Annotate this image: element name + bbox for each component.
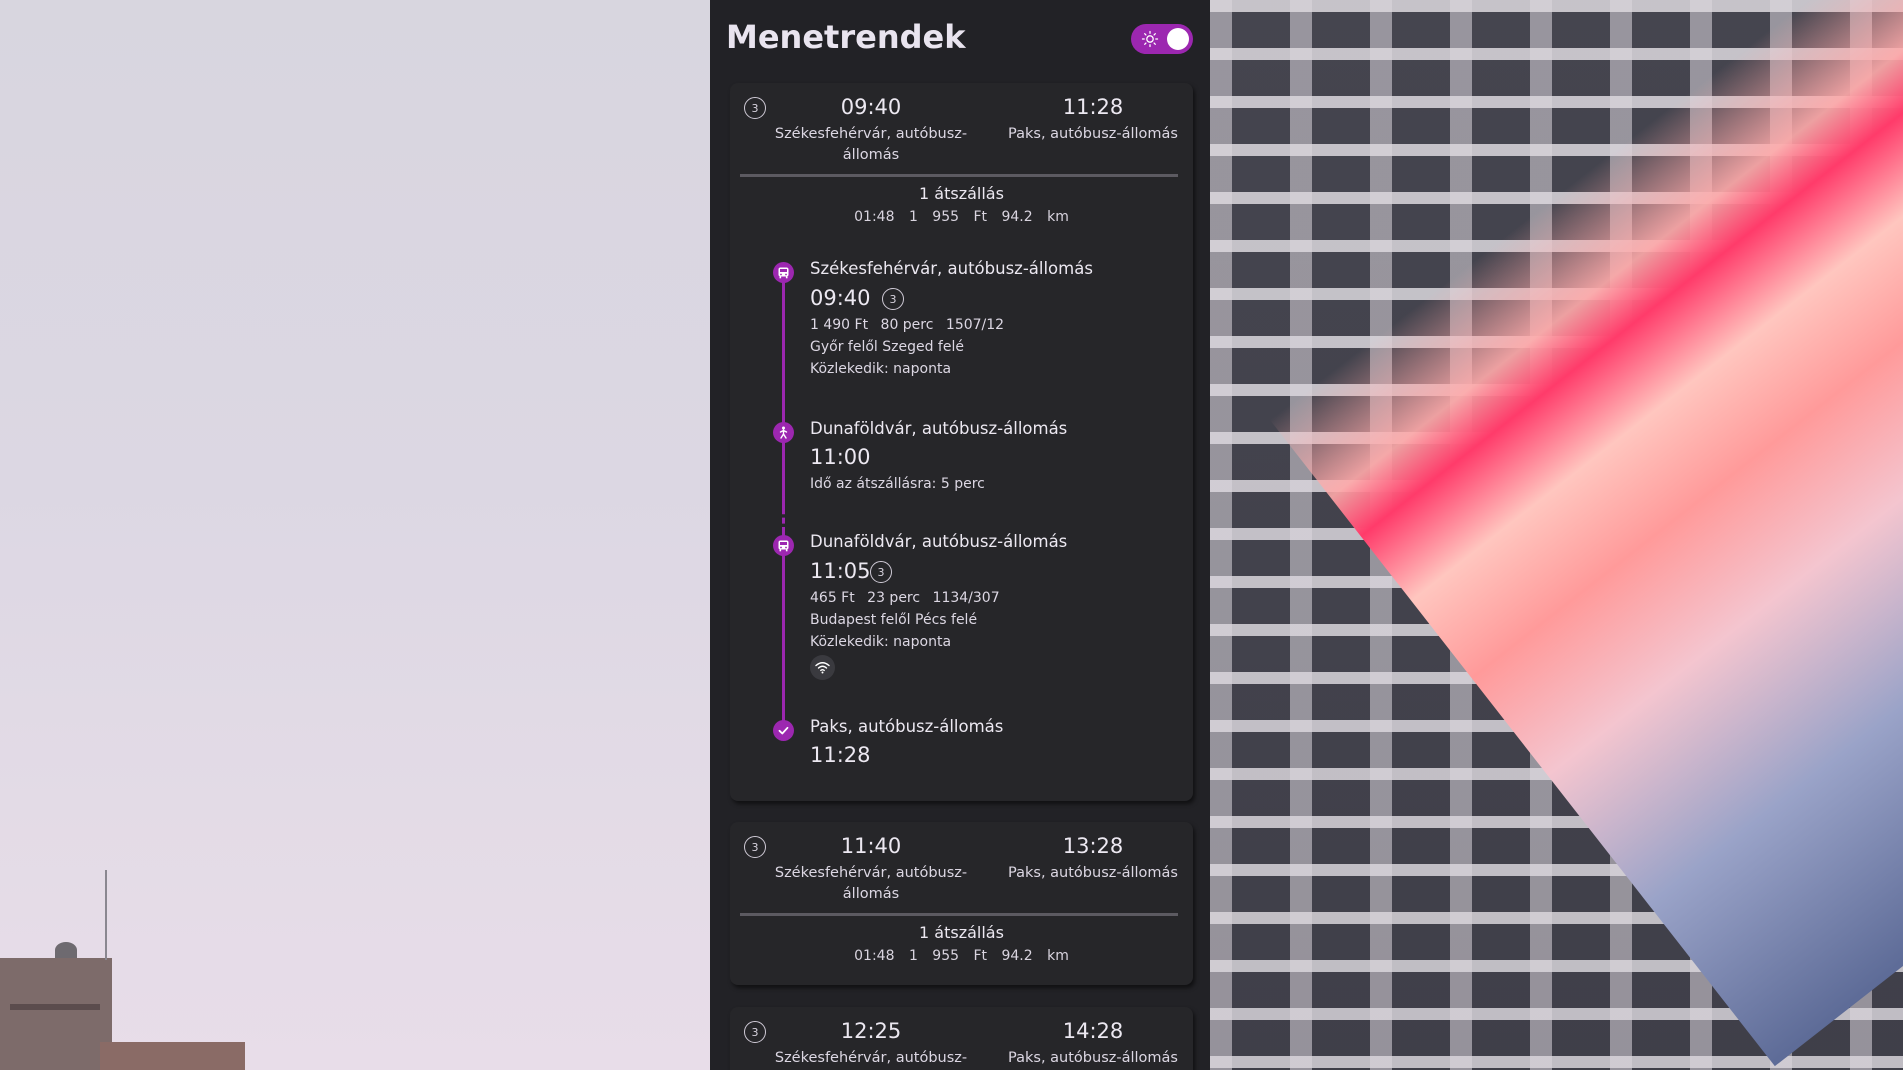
route-card[interactable]: 3 11:40 13:28 Székesfehérvár, autóbusz-á… — [730, 822, 1193, 985]
line-number: 1134/307 — [932, 590, 1000, 606]
bus-icon — [778, 540, 789, 552]
leg-details: 1 490 Ft 80 perc 1507/12 — [810, 317, 1004, 333]
transfer-count: 1 átszállás — [919, 923, 1004, 942]
wifi-amenity — [810, 655, 835, 680]
satellite-dish — [55, 942, 77, 958]
background-photo-left — [0, 0, 710, 1070]
bus-icon — [778, 267, 789, 279]
route-card[interactable]: 3 09:40 11:28 Székesfehérvár, autóbusz-á… — [730, 83, 1193, 801]
panel-header: Menetrendek — [710, 0, 1210, 80]
antenna-mast — [105, 870, 107, 960]
departure-time: 11:40 — [840, 834, 902, 858]
trip-distance: 94.2 km — [1001, 948, 1069, 964]
transfer-count: 1 átszállás — [919, 184, 1004, 203]
leg-price: 465 Ft — [810, 590, 855, 606]
leg-time: 09:40 — [810, 286, 871, 310]
leg-station: Dunaföldvár, autóbusz-állomás — [810, 419, 1068, 438]
transfer-walk-line — [782, 433, 785, 533]
trip-duration: 01:48 — [854, 948, 895, 964]
arrival-time: 11:28 — [1062, 95, 1124, 119]
summary-divider — [740, 174, 1178, 177]
background-photo-right — [1210, 0, 1903, 1070]
arrival-station: Paks, autóbusz-állomás — [1008, 1050, 1178, 1066]
leg-duration: 80 perc — [880, 317, 934, 333]
leg-station: Dunaföldvár, autóbusz-állomás — [810, 532, 1068, 551]
trip-summary: 01:48 1 955 Ft 94.2 km — [730, 209, 1193, 225]
operator-badge: 3 — [744, 836, 766, 858]
trip-distance: 94.2 km — [1001, 209, 1069, 225]
wifi-icon — [815, 662, 830, 674]
operator-badge: 3 — [744, 1021, 766, 1043]
departure-station: Székesfehérvár, autóbusz- — [774, 1050, 968, 1066]
leg-schedule: Közlekedik: naponta — [810, 361, 952, 377]
leg-time: 11:28 — [810, 743, 871, 767]
trip-price: 1 955 Ft — [908, 948, 988, 964]
arrival-station: Paks, autóbusz-állomás — [1008, 126, 1178, 142]
arrival-station: Paks, autóbusz-állomás — [1008, 865, 1178, 881]
trip-summary: 01:48 1 955 Ft 94.2 km — [730, 948, 1193, 964]
leg-station: Székesfehérvár, autóbusz-állomás — [810, 259, 1093, 278]
bus-stop-marker — [773, 535, 794, 556]
leg-schedule: Közlekedik: naponta — [810, 634, 952, 650]
transfer-marker — [773, 422, 794, 443]
summary-divider — [740, 913, 1178, 916]
timeline-segment — [782, 533, 785, 728]
bus-stop-marker — [773, 262, 794, 283]
departure-station: Székesfehérvár, autóbusz-állomás — [774, 126, 968, 163]
arrival-time: 13:28 — [1062, 834, 1124, 858]
operator-badge: 3 — [870, 561, 892, 583]
leg-price: 1 490 Ft — [810, 317, 869, 333]
leg-time: 11:00 — [810, 445, 871, 469]
check-icon — [778, 726, 789, 735]
trip-duration: 01:48 — [854, 209, 895, 225]
leg-duration: 23 perc — [867, 590, 921, 606]
leg-station: Paks, autóbusz-állomás — [810, 717, 1004, 736]
arrival-marker — [773, 720, 794, 741]
sun-icon — [1141, 30, 1159, 48]
timetable-panel: Menetrendek 3 09:40 11:28 Székesfehérvár… — [710, 0, 1210, 1070]
line-number: 1507/12 — [945, 317, 1005, 333]
leg-time: 11:05 — [810, 559, 871, 583]
leg-direction: Győr felől Szeged felé — [810, 339, 964, 355]
leg-details: 465 Ft 23 perc 1134/307 — [810, 590, 1000, 606]
arrival-time: 14:28 — [1062, 1019, 1124, 1043]
theme-toggle[interactable] — [1131, 24, 1193, 54]
departure-time: 12:25 — [840, 1019, 902, 1043]
toggle-knob — [1167, 28, 1189, 50]
departure-time: 09:40 — [840, 95, 902, 119]
walk-icon — [779, 426, 788, 439]
departure-station: Székesfehérvár, autóbusz-állomás — [774, 865, 968, 902]
page-title: Menetrendek — [726, 18, 966, 56]
leg-direction: Budapest felől Pécs felé — [810, 612, 978, 628]
rooftop-building — [0, 955, 245, 1070]
trip-price: 1 955 Ft — [908, 209, 988, 225]
operator-badge: 3 — [882, 288, 904, 310]
transfer-time-note: Idő az átszállásra: 5 perc — [810, 476, 985, 492]
route-card[interactable]: 3 12:25 14:28 Székesfehérvár, autóbusz- … — [730, 1007, 1193, 1070]
operator-badge: 3 — [744, 97, 766, 119]
